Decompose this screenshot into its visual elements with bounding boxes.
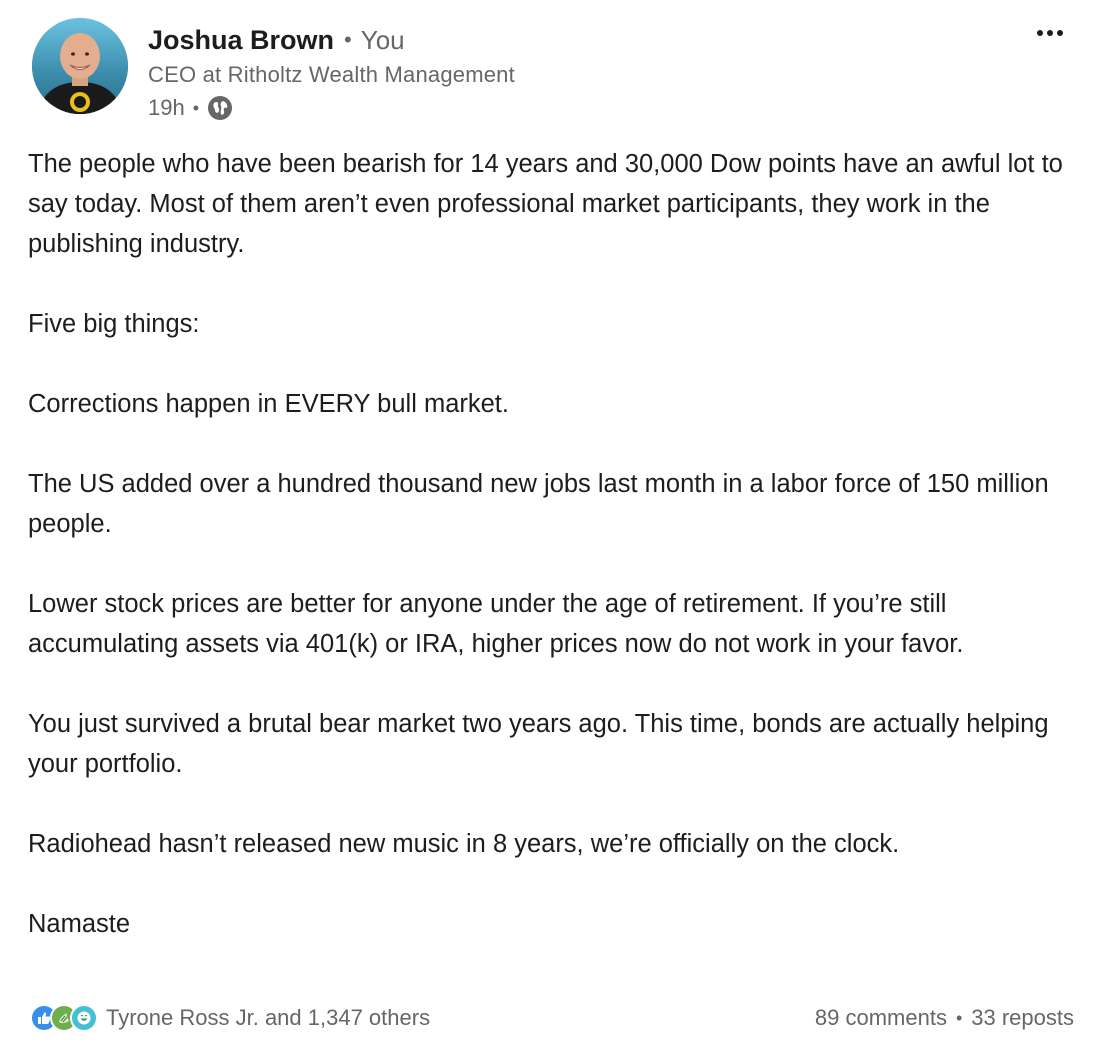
post-meta: 19h • bbox=[148, 94, 233, 122]
engagement-counts: 89 comments • 33 reposts bbox=[815, 1002, 1074, 1034]
more-options-button[interactable] bbox=[1030, 22, 1070, 44]
avatar-image bbox=[32, 18, 128, 114]
post-paragraph: Radiohead hasn’t released new music in 8… bbox=[28, 830, 900, 858]
reaction-icons bbox=[30, 1004, 98, 1032]
reactions-summary[interactable]: Tyrone Ross Jr. and 1,347 others bbox=[30, 1002, 430, 1034]
post-paragraph: You just survived a brutal bear market t… bbox=[28, 710, 1049, 778]
author-headline: CEO at Ritholtz Wealth Management bbox=[148, 62, 515, 87]
reposts-count-link[interactable]: 33 reposts bbox=[971, 1005, 1074, 1031]
post-time: 19h bbox=[148, 95, 185, 120]
post-body: The people who have been bearish for 14 … bbox=[28, 144, 1068, 944]
post-paragraph: Corrections happen in EVERY bull market. bbox=[28, 390, 509, 418]
more-icon-dot bbox=[1047, 30, 1053, 36]
post-paragraph: Namaste bbox=[28, 910, 131, 938]
author-name-row: Joshua Brown • You bbox=[148, 22, 405, 58]
relation-label: You bbox=[360, 24, 405, 55]
meta-separator: • bbox=[192, 97, 200, 118]
name-separator: • bbox=[344, 27, 352, 52]
author-avatar[interactable] bbox=[32, 18, 128, 114]
more-icon-dot bbox=[1057, 30, 1063, 36]
counts-separator: • bbox=[955, 1007, 963, 1028]
more-icon-dot bbox=[1037, 30, 1043, 36]
post-paragraph: The US added over a hundred thousand new… bbox=[28, 470, 1049, 538]
post-paragraph: Lower stock prices are better for anyone… bbox=[28, 590, 964, 658]
feed-post: Joshua Brown • You CEO at Ritholtz Wealt… bbox=[0, 0, 1098, 1048]
funny-icon bbox=[70, 1004, 98, 1032]
comments-count-link[interactable]: 89 comments bbox=[815, 1005, 947, 1031]
globe-icon bbox=[207, 95, 233, 121]
post-paragraph: Five big things: bbox=[28, 310, 200, 338]
reactions-count-label: Tyrone Ross Jr. and 1,347 others bbox=[106, 1005, 431, 1030]
post-paragraph: The people who have been bearish for 14 … bbox=[28, 150, 1063, 258]
author-name[interactable]: Joshua Brown bbox=[148, 25, 334, 56]
